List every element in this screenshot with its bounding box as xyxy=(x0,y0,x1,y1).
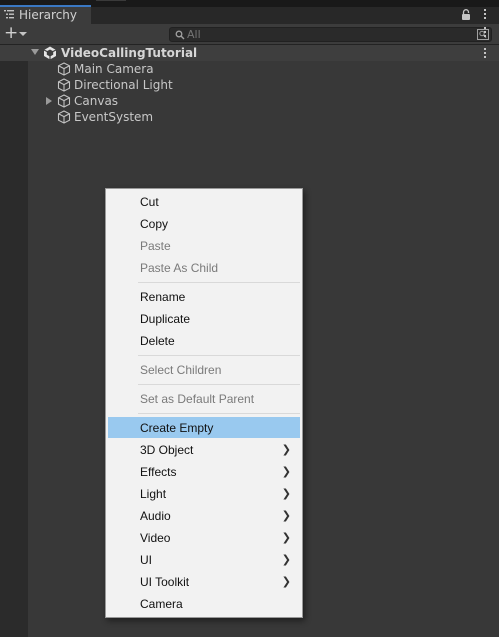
lock-icon[interactable] xyxy=(461,9,471,21)
hierarchy-item-label: Main Camera xyxy=(74,62,154,76)
tab-hierarchy[interactable]: Hierarchy xyxy=(0,5,91,24)
menu-item-label: Delete xyxy=(140,334,175,348)
menu-item-copy[interactable]: Copy xyxy=(108,213,300,234)
scene-name: VideoCallingTutorial xyxy=(61,46,198,60)
hierarchy-item[interactable]: EventSystem xyxy=(0,109,499,125)
menu-item-label: Paste As Child xyxy=(140,261,219,275)
search-input[interactable] xyxy=(187,28,467,41)
tab-strip xyxy=(91,7,499,24)
menu-item-camera[interactable]: Camera xyxy=(108,593,300,614)
menu-separator xyxy=(138,282,300,283)
hierarchy-gutter xyxy=(0,45,28,637)
hierarchy-item[interactable]: Canvas xyxy=(0,93,499,109)
menu-item-ui[interactable]: UI ❯ xyxy=(108,549,300,570)
menu-item-label: Light xyxy=(140,487,167,501)
chevron-right-icon: ❯ xyxy=(281,510,291,522)
menu-item-video[interactable]: Video ❯ xyxy=(108,527,300,548)
menu-item-label: UI Toolkit xyxy=(140,575,190,589)
menu-item-paste-as-child: Paste As Child xyxy=(108,257,300,278)
plus-icon: + xyxy=(4,23,19,43)
gameobject-cube-icon xyxy=(57,110,71,124)
hierarchy-item[interactable]: Main Camera xyxy=(0,61,499,77)
menu-item-label: 3D Object xyxy=(140,443,194,457)
menu-item-delete[interactable]: Delete xyxy=(108,330,300,351)
gameobject-cube-icon xyxy=(57,62,71,76)
chevron-right-icon: ❯ xyxy=(281,466,291,478)
menu-item-label: Set as Default Parent xyxy=(140,392,255,406)
hierarchy-item[interactable]: Directional Light xyxy=(0,77,499,93)
chevron-right-icon: ❯ xyxy=(281,532,291,544)
unity-scene-icon xyxy=(43,46,57,60)
menu-item-paste: Paste xyxy=(108,235,300,256)
menu-separator xyxy=(138,355,300,356)
add-gameobject-button[interactable]: + xyxy=(2,23,28,43)
menu-item-ui-toolkit[interactable]: UI Toolkit ❯ xyxy=(108,571,300,592)
menu-item-duplicate[interactable]: Duplicate xyxy=(108,308,300,329)
menu-item-label: Video xyxy=(140,531,171,545)
menu-item-cut[interactable]: Cut xyxy=(108,191,300,212)
hierarchy-item-label: Canvas xyxy=(74,94,119,108)
menu-item-label: Select Children xyxy=(140,363,222,377)
chevron-right-icon: ❯ xyxy=(281,554,291,566)
menu-item-select-children: Select Children xyxy=(108,359,300,380)
hierarchy-toolbar: + xyxy=(0,23,499,45)
menu-item-label: Paste xyxy=(140,239,171,253)
menu-item-label: Create Empty xyxy=(140,421,214,435)
hierarchy-list-icon xyxy=(4,10,14,19)
context-menu: Cut Copy Paste Paste As Child Rename Dup… xyxy=(105,188,303,618)
scene-menu-icon[interactable] xyxy=(484,48,487,59)
menu-item-label: Copy xyxy=(140,217,169,231)
chevron-right-icon: ❯ xyxy=(281,488,291,500)
gameobject-cube-icon xyxy=(57,78,71,92)
gameobject-cube-icon xyxy=(57,94,71,108)
chevron-right-icon: ❯ xyxy=(281,444,291,456)
foldout-expanded-icon[interactable] xyxy=(31,49,39,55)
menu-item-label: Audio xyxy=(140,509,171,523)
menu-item-create-empty[interactable]: Create Empty xyxy=(108,417,300,438)
menu-item-audio[interactable]: Audio ❯ xyxy=(108,505,300,526)
menu-item-label: Effects xyxy=(140,465,177,479)
toolbar-menu-icon[interactable] xyxy=(484,27,487,38)
search-icon xyxy=(175,30,185,40)
menu-item-label: UI xyxy=(140,553,152,567)
search-field[interactable] xyxy=(169,27,492,42)
chevron-right-icon: ❯ xyxy=(281,576,291,588)
menu-item-rename[interactable]: Rename xyxy=(108,286,300,307)
menu-separator xyxy=(138,413,300,414)
scene-row[interactable]: VideoCallingTutorial xyxy=(0,45,499,61)
menu-item-label: Cut xyxy=(140,195,159,209)
hierarchy-item-label: EventSystem xyxy=(74,110,154,124)
menu-item-3d-object[interactable]: 3D Object ❯ xyxy=(108,439,300,460)
chevron-down-icon xyxy=(19,32,27,36)
search-filter-icon[interactable] xyxy=(477,29,489,40)
panel-menu-icon[interactable] xyxy=(484,9,487,20)
foldout-collapsed-icon[interactable] xyxy=(46,97,52,105)
menu-item-label: Rename xyxy=(140,290,186,304)
menu-item-effects[interactable]: Effects ❯ xyxy=(108,461,300,482)
menu-item-set-default-parent: Set as Default Parent xyxy=(108,388,300,409)
menu-item-light[interactable]: Light ❯ xyxy=(108,483,300,504)
tab-title: Hierarchy xyxy=(19,8,78,22)
menu-item-label: Duplicate xyxy=(140,312,191,326)
hierarchy-item-label: Directional Light xyxy=(74,78,173,92)
menu-separator xyxy=(138,384,300,385)
menu-item-label: Camera xyxy=(140,597,183,611)
